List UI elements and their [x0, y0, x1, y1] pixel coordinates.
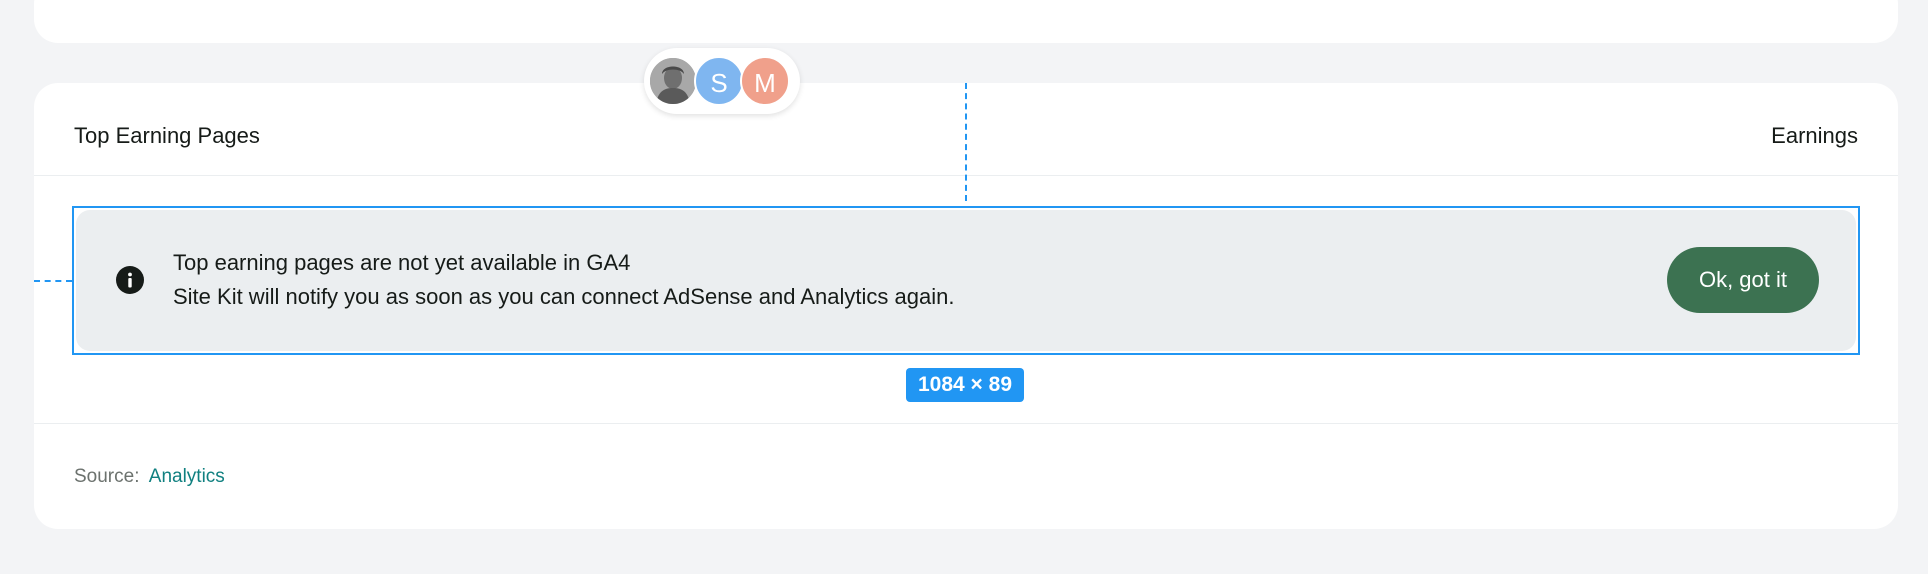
collaborator-avatars[interactable]: S M — [644, 48, 800, 114]
element-selection-outline — [72, 206, 1860, 355]
source-footer: Source: Analytics — [74, 466, 225, 488]
widget-title: Top Earning Pages — [74, 123, 260, 148]
avatar-photo[interactable] — [648, 56, 698, 106]
footer-divider — [34, 423, 1898, 424]
avatar-s[interactable]: S — [694, 56, 744, 106]
previous-widget-card — [34, 0, 1898, 43]
spacing-guide-horizontal — [34, 280, 72, 282]
source-prefix: Source: — [74, 466, 140, 487]
person-photo-icon — [650, 58, 696, 104]
spacing-guide-vertical — [965, 83, 967, 201]
source-analytics-link[interactable]: Analytics — [149, 466, 225, 487]
earnings-column-header: Earnings — [1771, 123, 1858, 148]
avatar-m[interactable]: M — [740, 56, 790, 106]
element-size-badge: 1084 × 89 — [906, 368, 1024, 402]
